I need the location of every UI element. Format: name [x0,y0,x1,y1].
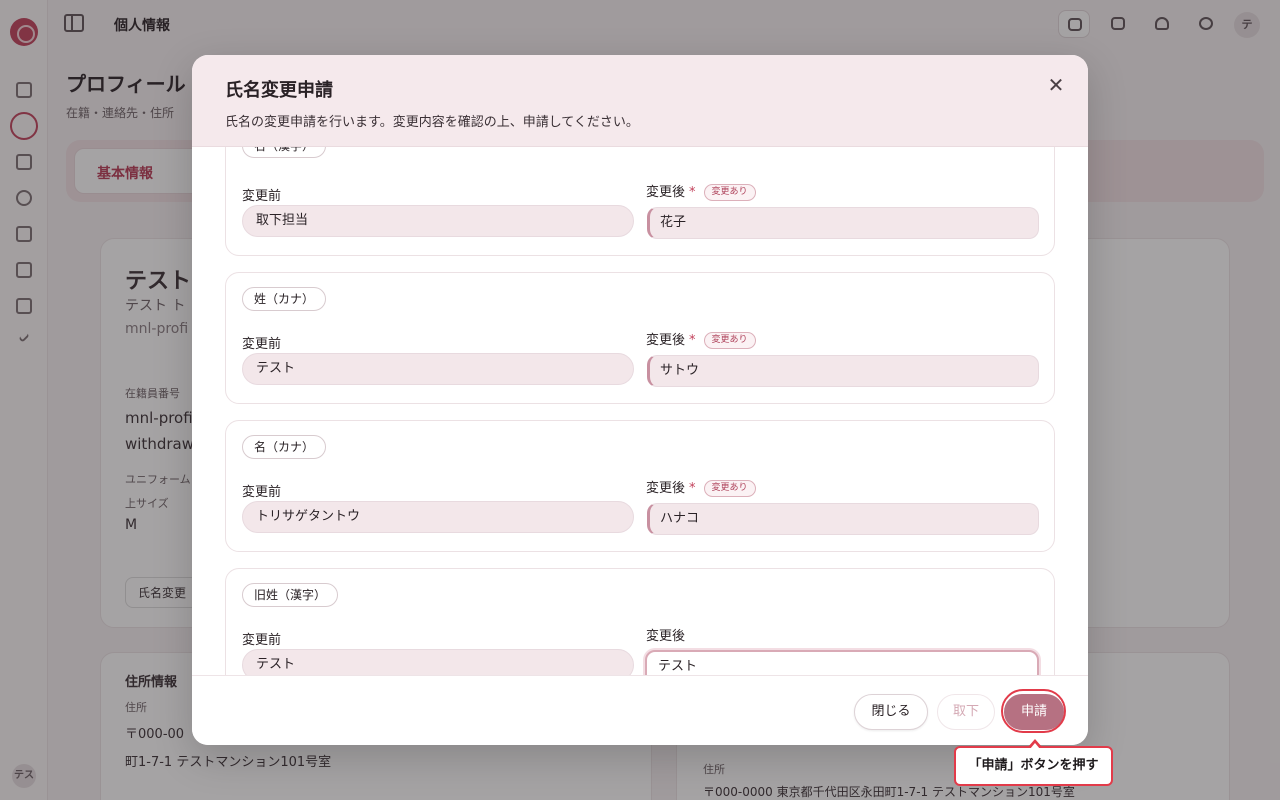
after-value[interactable]: 花子 [647,207,1039,239]
before-label: 変更前 [242,337,282,352]
changed-badge: 変更あり [703,184,756,201]
withdraw-button[interactable]: 取下 [937,694,995,730]
changed-badge: 変更あり [703,480,756,497]
close-icon[interactable]: ✕ [1044,73,1068,97]
close-button[interactable]: 閉じる [854,694,928,730]
after-value[interactable]: ハナコ [647,503,1039,535]
after-label: 変更後 * 変更あり [646,329,756,349]
field-card-first-name-kanji: 名（漢字） 変更前 変更後*変更あり 取下担当 花子 [225,147,1055,256]
after-value[interactable]: サトウ [647,355,1039,387]
dialog-body[interactable]: 名（漢字） 変更前 変更後*変更あり 取下担当 花子 姓（カナ） 変更前 変更後… [192,147,1088,675]
dialog-title: 氏名変更申請 [225,80,333,101]
field-tag: 名（カナ） [242,435,327,459]
name-change-dialog: 氏名変更申請 氏名の変更申請を行います。変更内容を確認の上、申請してください。 … [192,55,1088,745]
field-card-last-name-kana: 姓（カナ） 変更前 変更後 * 変更あり テスト サトウ [225,272,1055,404]
after-input[interactable]: テスト [645,650,1039,675]
after-label: 変更後 * 変更あり [646,181,756,201]
field-card-maiden-name-kanji: 旧姓（漢字） 変更前 変更後 テスト テスト [225,568,1055,675]
after-label: 変更後 * 変更あり [646,477,756,497]
before-label: 変更前 [242,485,282,500]
dialog-footer: 閉じる 取下 申請 [192,675,1088,745]
tutorial-callout: 「申請」ボタンを押す [954,739,1113,786]
before-label: 変更前 [242,189,282,204]
after-label: 変更後 [646,629,686,644]
changed-badge: 変更あり [703,332,756,349]
dialog-description: 氏名の変更申請を行います。変更内容を確認の上、申請してください。 [225,115,639,130]
field-tag: 旧姓（漢字） [242,583,339,607]
field-tag: 姓（カナ） [242,287,327,311]
field-tag: 名（漢字） [242,147,327,158]
before-label: 変更前 [242,633,282,648]
before-value: テスト [242,649,634,675]
before-value: テスト [242,353,634,385]
before-value: 取下担当 [242,205,634,237]
dialog-header: 氏名変更申請 氏名の変更申請を行います。変更内容を確認の上、申請してください。 … [192,55,1088,147]
apply-button-highlight [1001,689,1066,733]
field-card-first-name-kana: 名（カナ） 変更前 変更後 * 変更あり トリサゲタントウ ハナコ [225,420,1055,552]
before-value: トリサゲタントウ [242,501,634,533]
